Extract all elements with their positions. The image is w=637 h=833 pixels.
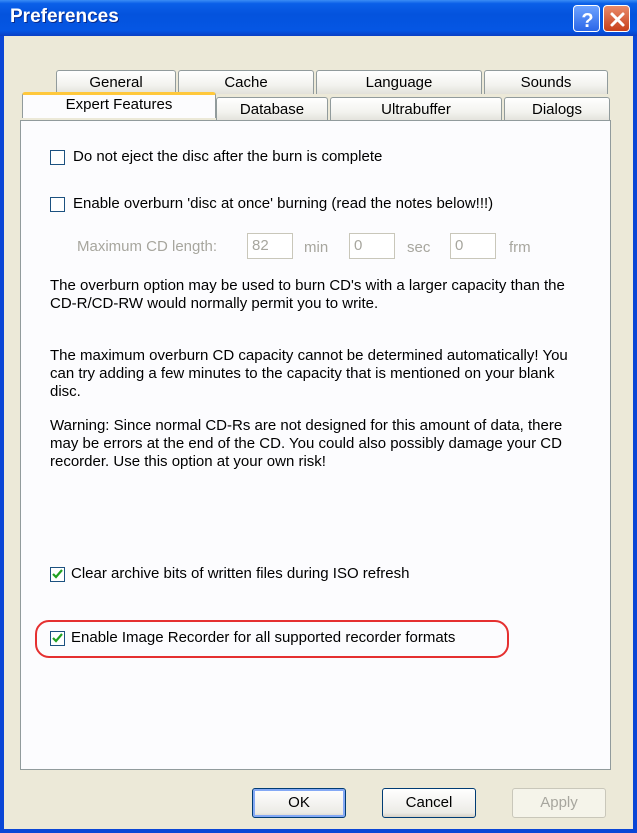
max-frm-field: 0	[450, 233, 496, 259]
close-button[interactable]	[603, 5, 630, 32]
tab-cache[interactable]: Cache	[178, 70, 314, 94]
preferences-window: Preferences ? General Cache Language Sou…	[0, 0, 637, 833]
overburn-label[interactable]: Enable overburn 'disc at once' burning (…	[73, 195, 493, 212]
ok-button[interactable]: OK	[252, 788, 346, 818]
tab-expert-features[interactable]: Expert Features	[22, 92, 216, 118]
window-title: Preferences	[10, 6, 119, 27]
expert-features-panel: Do not eject the disc after the burn is …	[20, 120, 611, 770]
capacity-note: The maximum overburn CD capacity cannot …	[50, 347, 568, 400]
tab-language[interactable]: Language	[316, 70, 482, 94]
help-icon: ?	[581, 10, 593, 32]
frm-unit-label: frm	[509, 239, 531, 256]
overburn-note: The overburn option may be used to burn …	[50, 277, 565, 312]
tab-database[interactable]: Database	[216, 97, 328, 121]
svg-text:?: ?	[581, 10, 593, 32]
tab-ultrabuffer[interactable]: Ultrabuffer	[330, 97, 502, 121]
tab-general[interactable]: General	[56, 70, 176, 94]
clear-archive-checkbox[interactable]	[50, 567, 65, 582]
warning-note: Warning: Since normal CD-Rs are not desi…	[50, 417, 563, 470]
max-min-field: 82	[247, 233, 293, 259]
image-recorder-checkbox[interactable]	[50, 631, 65, 646]
no-eject-checkbox[interactable]	[50, 150, 65, 165]
help-button[interactable]: ?	[573, 5, 600, 32]
overburn-checkbox[interactable]	[50, 197, 65, 212]
checkmark-icon	[52, 633, 63, 643]
min-unit-label: min	[304, 239, 329, 256]
cancel-button[interactable]: Cancel	[382, 788, 476, 818]
title-bar[interactable]: Preferences ?	[0, 0, 637, 36]
max-cd-length-label: Maximum CD length:	[77, 238, 218, 255]
image-recorder-label[interactable]: Enable Image Recorder for all supported …	[71, 629, 455, 646]
apply-button[interactable]: Apply	[512, 788, 606, 818]
close-icon	[610, 12, 625, 27]
max-sec-field: 0	[349, 233, 395, 259]
clear-archive-label[interactable]: Clear archive bits of written files duri…	[71, 565, 409, 582]
no-eject-label[interactable]: Do not eject the disc after the burn is …	[73, 148, 382, 165]
sec-unit-label: sec	[407, 239, 431, 256]
tab-dialogs[interactable]: Dialogs	[504, 97, 610, 121]
checkmark-icon	[52, 569, 63, 579]
tab-sounds[interactable]: Sounds	[484, 70, 608, 94]
